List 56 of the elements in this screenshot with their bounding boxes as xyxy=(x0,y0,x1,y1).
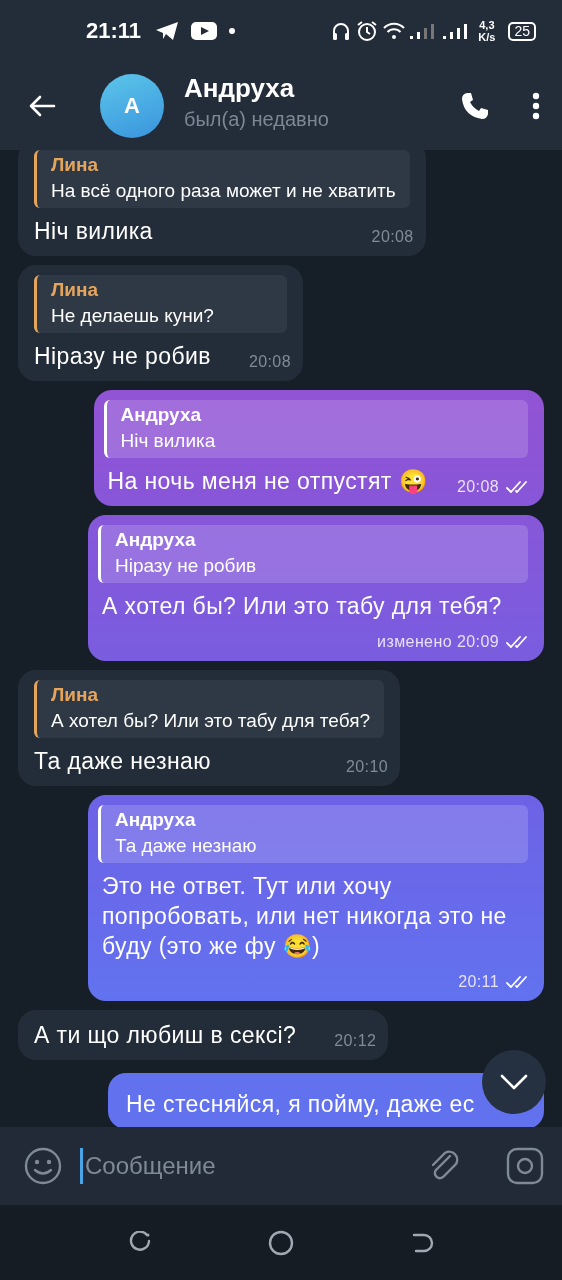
headphones-icon xyxy=(331,21,352,41)
avatar[interactable]: A xyxy=(100,74,164,138)
more-menu-icon[interactable] xyxy=(532,92,540,120)
reply-author: Андруха xyxy=(120,404,203,426)
message-text: Не стесняйся, я пойму, даже ес xyxy=(126,1090,475,1119)
reply-text: На всё одного раза может и не хватить xyxy=(51,180,396,202)
reply-author: Андруха xyxy=(115,529,197,551)
reply-quote[interactable]: Лина На всё одного раза может и не хватить xyxy=(34,150,410,208)
message-time: 20:08 xyxy=(248,352,291,372)
message-text: Это не ответ. Тут или хочу попробовать, или нет никогда это не буду (это же фу 😂) xyxy=(102,872,508,961)
message-time: 20:09 xyxy=(456,632,499,652)
reply-author: Лина xyxy=(51,154,100,176)
wifi-icon xyxy=(383,22,406,40)
message-input[interactable]: Сообщение xyxy=(80,1148,410,1184)
paper-plane-icon xyxy=(155,21,180,41)
reply-quote[interactable]: Лина Не делаешь куни? xyxy=(34,275,287,333)
reply-text: Ніч вилика xyxy=(120,430,217,452)
reply-text: Не делаешь куни? xyxy=(51,305,215,327)
reply-text: Ніразу не робив xyxy=(115,555,258,577)
message-time: 20:11 xyxy=(458,972,499,992)
reply-quote[interactable]: Андруха Ніразу не робив xyxy=(98,525,528,583)
clock-time: 21:11 xyxy=(86,18,142,44)
contact-name: Андруха xyxy=(184,73,296,104)
message-text: Ніч вилика xyxy=(34,217,153,246)
battery-level: 25 xyxy=(508,21,536,41)
camera-icon[interactable] xyxy=(506,1147,544,1185)
home-icon[interactable] xyxy=(268,1229,294,1256)
message-input-bar[interactable]: Сообщение xyxy=(0,1127,562,1205)
reply-quote[interactable]: Лина А хотел бы? Или это табу для тебя? xyxy=(34,680,384,738)
alarm-clock-icon xyxy=(356,20,379,42)
message-text: Ніразу не робив xyxy=(34,342,211,371)
back-arrow-icon[interactable] xyxy=(28,94,56,118)
smiley-icon[interactable] xyxy=(24,1147,62,1185)
speed-value: 4,3 xyxy=(479,19,495,31)
reply-author: Андруха xyxy=(115,809,197,831)
message-time: 20:10 xyxy=(345,757,388,777)
message-text: Та даже незнаю xyxy=(34,747,211,776)
message-text: На ночь меня не отпустят 😜 xyxy=(107,467,428,496)
speed-unit: K/s xyxy=(478,31,496,43)
last-seen-status: был(а) недавно xyxy=(184,108,330,131)
message-time: 20:08 xyxy=(456,477,499,497)
reply-quote[interactable]: Андруха Та даже незнаю xyxy=(98,805,528,863)
edited-label: изменено xyxy=(377,632,452,652)
play-icon xyxy=(191,22,218,40)
message-text: А ти що любиш в сексі? xyxy=(34,1021,297,1050)
chevron-down-icon xyxy=(500,1074,528,1090)
message-text: А хотел бы? Или это табу для тебя? xyxy=(102,592,502,621)
message-time: 20:08 xyxy=(371,227,414,247)
reply-author: Лина xyxy=(51,279,100,301)
phone-icon[interactable] xyxy=(460,91,490,121)
message-time: 20:12 xyxy=(334,1031,377,1051)
dot-icon xyxy=(229,28,236,34)
reply-quote[interactable]: Андруха Ніч вилика xyxy=(103,400,528,458)
reply-author: Лина xyxy=(51,684,100,706)
reply-text: Та даже незнаю xyxy=(115,835,258,857)
reply-text: А хотел бы? Или это табу для тебя? xyxy=(51,710,370,732)
